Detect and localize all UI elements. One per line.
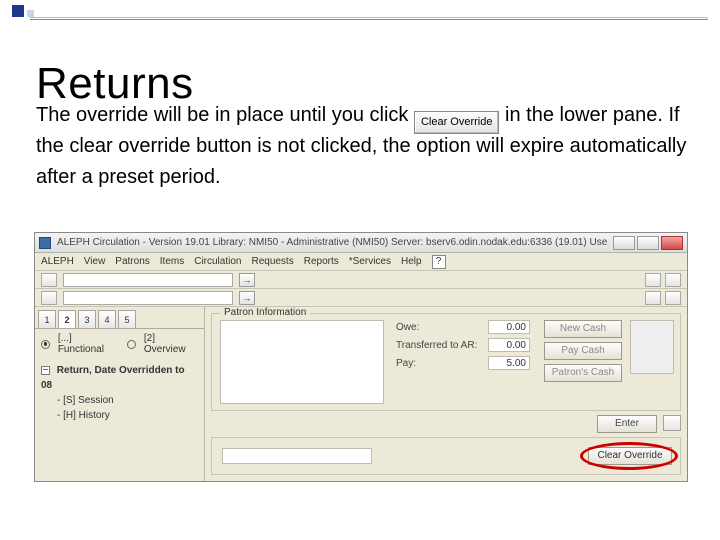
menu-help[interactable]: Help: [401, 256, 422, 267]
left-tabstrip: 1 2 3 4 5: [35, 307, 204, 329]
help-icon[interactable]: ?: [432, 255, 446, 269]
menu-view[interactable]: View: [84, 256, 106, 267]
window-maximize-button[interactable]: [637, 236, 659, 250]
tree-history[interactable]: - [H] History: [57, 408, 198, 423]
menubar: ALEPH View Patrons Items Circulation Req…: [35, 253, 687, 271]
transferred-label: Transferred to AR:: [396, 340, 482, 351]
window-close-button[interactable]: [661, 236, 683, 250]
enter-button[interactable]: Enter: [597, 415, 657, 433]
toolbar-row-2: →: [35, 289, 687, 307]
patron-details-area: [220, 320, 384, 404]
patron-info-title: Patron Information: [220, 307, 310, 318]
menu-aleph[interactable]: ALEPH: [41, 256, 74, 267]
toolbar-icon-b[interactable]: [665, 273, 681, 287]
tab-1[interactable]: 1: [38, 310, 56, 328]
menu-reports[interactable]: Reports: [304, 256, 339, 267]
item-input[interactable]: [63, 291, 233, 305]
item-icon[interactable]: [41, 291, 57, 305]
slide-body: The override will be in place until you …: [36, 100, 696, 193]
toolbar-row-1: →: [35, 271, 687, 289]
tab-3[interactable]: 3: [78, 310, 96, 328]
owe-label: Owe:: [396, 322, 482, 333]
body-text-1: The override will be in place until you …: [36, 104, 414, 126]
nav-tree: − Return, Date Overridden to 08 - [S] Se…: [35, 359, 204, 427]
mode-radio-row: [...] Functional [2] Overview: [35, 329, 204, 359]
tree-root-label: Return, Date Overridden to 08: [41, 365, 185, 391]
window-titlebar: ALEPH Circulation - Version 19.01 Librar…: [35, 233, 687, 253]
lower-pane: Clear Override: [211, 437, 681, 475]
tab-5[interactable]: 5: [118, 310, 136, 328]
toolbar-icon-d[interactable]: [665, 291, 681, 305]
menu-requests[interactable]: Requests: [251, 256, 293, 267]
cash-buttons: New Cash Pay Cash Patron's Cash: [544, 320, 622, 404]
go-arrow2-icon[interactable]: →: [239, 291, 255, 305]
collapse-icon[interactable]: −: [41, 366, 50, 375]
patrons-cash-button[interactable]: Patron's Cash: [544, 364, 622, 382]
main-area: 1 2 3 4 5 [...] Functional [2] Overview …: [35, 307, 687, 481]
owe-value: 0.00: [488, 320, 530, 334]
left-pane: 1 2 3 4 5 [...] Functional [2] Overview …: [35, 307, 205, 481]
lower-input[interactable]: [222, 448, 372, 464]
slide-rule: [30, 17, 708, 18]
new-cash-button[interactable]: New Cash: [544, 320, 622, 338]
toolbar-icon-a[interactable]: [645, 273, 661, 287]
pay-label: Pay:: [396, 358, 482, 369]
menu-services[interactable]: *Services: [349, 256, 391, 267]
pay-value: 5.00: [488, 356, 530, 370]
menu-circulation[interactable]: Circulation: [194, 256, 241, 267]
patron-balance-fields: Owe: 0.00 Transferred to AR: 0.00 Pay: 5…: [396, 320, 530, 404]
tab-4[interactable]: 4: [98, 310, 116, 328]
enter-row: Enter: [205, 415, 681, 433]
window-minimize-button[interactable]: [613, 236, 635, 250]
patron-photo: [630, 320, 674, 374]
slide-bullet-deco: [12, 4, 34, 17]
toolbar-icon-c[interactable]: [645, 291, 661, 305]
radio-functional[interactable]: [41, 340, 50, 349]
app-icon: [39, 237, 51, 249]
right-pane: Patron Information Owe: 0.00 Transferred…: [205, 307, 687, 481]
patron-info-group: Patron Information Owe: 0.00 Transferred…: [211, 313, 681, 411]
tree-session[interactable]: - [S] Session: [57, 393, 198, 408]
tab-2[interactable]: 2: [58, 310, 76, 328]
window-title: ALEPH Circulation - Version 19.01 Librar…: [57, 237, 607, 248]
radio-overview[interactable]: [127, 340, 136, 349]
aleph-window: ALEPH Circulation - Version 19.01 Librar…: [34, 232, 688, 482]
menu-items[interactable]: Items: [160, 256, 184, 267]
radio-functional-label: [...] Functional: [58, 333, 119, 355]
menu-patrons[interactable]: Patrons: [115, 256, 149, 267]
radio-overview-label: [2] Overview: [144, 333, 198, 355]
tree-root[interactable]: − Return, Date Overridden to 08: [41, 363, 198, 393]
enter-aux-icon[interactable]: [663, 415, 681, 431]
clear-override-inline-button: Clear Override: [414, 111, 500, 134]
go-arrow-icon[interactable]: →: [239, 273, 255, 287]
slide-rule-dark: [30, 19, 708, 20]
pay-cash-button[interactable]: Pay Cash: [544, 342, 622, 360]
transferred-value: 0.00: [488, 338, 530, 352]
clear-override-button[interactable]: Clear Override: [588, 447, 672, 465]
patron-icon[interactable]: [41, 273, 57, 287]
patron-input[interactable]: [63, 273, 233, 287]
